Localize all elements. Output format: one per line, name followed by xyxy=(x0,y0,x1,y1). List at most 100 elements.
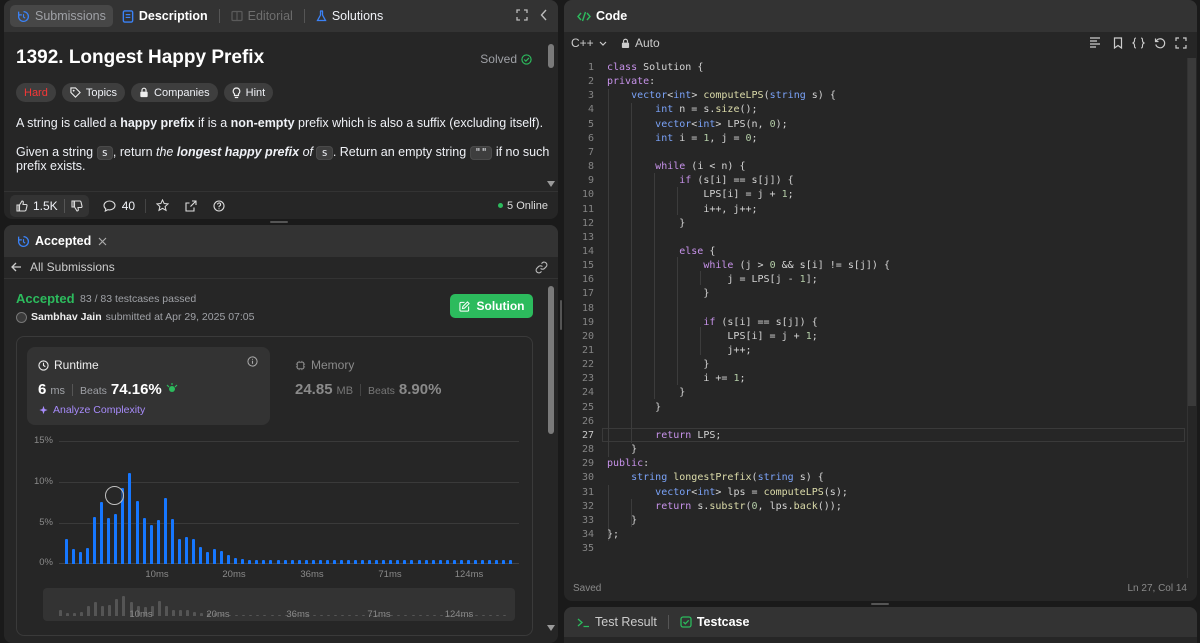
help-icon[interactable] xyxy=(213,199,225,212)
runtime-bar[interactable] xyxy=(220,551,224,564)
runtime-bar[interactable] xyxy=(170,519,174,564)
runtime-bar[interactable] xyxy=(339,559,343,564)
runtime-bar[interactable] xyxy=(332,559,336,564)
companies-tag[interactable]: Companies xyxy=(131,83,218,102)
scroll-down-arrow-icon[interactable] xyxy=(547,181,555,187)
runtime-bar[interactable] xyxy=(354,559,358,564)
share-icon[interactable] xyxy=(185,199,197,212)
fullscreen-icon[interactable] xyxy=(1175,37,1187,49)
runtime-bar[interactable] xyxy=(495,559,499,564)
star-icon[interactable] xyxy=(156,199,170,212)
submission-scrollbar-thumb[interactable] xyxy=(548,286,554,434)
runtime-bar[interactable] xyxy=(445,559,449,564)
runtime-bar[interactable] xyxy=(304,559,308,564)
vertical-resize-handle[interactable] xyxy=(270,221,288,223)
runtime-bar[interactable] xyxy=(100,502,104,564)
runtime-bar[interactable] xyxy=(93,516,97,564)
runtime-bar[interactable] xyxy=(234,557,238,564)
runtime-card[interactable]: Runtime 6 ms Beats 74.16% Analyze Comple… xyxy=(27,347,270,425)
solution-button[interactable]: Solution xyxy=(450,294,533,318)
info-icon[interactable] xyxy=(247,356,258,367)
runtime-bar[interactable] xyxy=(227,555,231,564)
range-navigator[interactable]: 10ms 20ms 36ms 71ms 124ms xyxy=(43,588,515,621)
runtime-bar[interactable] xyxy=(297,559,301,564)
memory-card[interactable]: Memory 24.85 MB Beats 8.90% xyxy=(282,347,522,425)
runtime-bar[interactable] xyxy=(269,559,273,564)
runtime-bar[interactable] xyxy=(318,559,322,564)
runtime-bar[interactable] xyxy=(382,559,386,564)
runtime-bar[interactable] xyxy=(149,524,153,564)
tab-editorial[interactable]: Editorial xyxy=(224,5,300,27)
username[interactable]: Sambhav Jain xyxy=(31,311,102,323)
code-resize-handle[interactable] xyxy=(871,603,889,605)
code-editor[interactable]: 1 class Solution {2 private: 3 vector<int> … xyxy=(564,61,1197,571)
runtime-bar[interactable] xyxy=(502,559,506,564)
runtime-bar[interactable] xyxy=(262,559,266,564)
runtime-bar[interactable] xyxy=(248,559,252,564)
runtime-bar[interactable] xyxy=(255,559,259,564)
tab-accepted[interactable]: Accepted xyxy=(10,230,114,252)
expand-icon[interactable] xyxy=(516,9,528,21)
runtime-bar[interactable] xyxy=(191,538,195,564)
thumbs-down-icon[interactable] xyxy=(65,199,89,212)
runtime-bar[interactable] xyxy=(283,559,287,564)
runtime-bar[interactable] xyxy=(206,551,209,564)
description-scrollbar-thumb[interactable] xyxy=(548,44,554,68)
runtime-bar[interactable] xyxy=(480,559,484,564)
runtime-bar[interactable] xyxy=(396,559,400,564)
runtime-bar[interactable] xyxy=(509,559,513,564)
avatar[interactable] xyxy=(16,311,27,323)
bookmark-icon[interactable] xyxy=(1113,37,1123,49)
runtime-bar[interactable] xyxy=(389,559,393,564)
topics-tag[interactable]: Topics xyxy=(61,83,126,102)
runtime-bar[interactable] xyxy=(241,559,245,564)
runtime-bar[interactable] xyxy=(114,513,118,564)
runtime-bar[interactable] xyxy=(276,559,280,564)
runtime-bar[interactable] xyxy=(198,546,202,564)
runtime-bar[interactable] xyxy=(431,559,435,564)
runtime-bar[interactable] xyxy=(156,520,160,564)
runtime-distribution-chart[interactable]: 15% 10% 5% 0% 10ms 20ms 36ms 71ms 124ms xyxy=(34,435,519,580)
hint-tag[interactable]: Hint xyxy=(223,83,274,102)
runtime-bar[interactable] xyxy=(368,559,372,564)
runtime-bar[interactable] xyxy=(128,472,132,564)
runtime-bar[interactable] xyxy=(361,559,365,564)
horizontal-resize-handle[interactable] xyxy=(560,300,562,330)
analyze-complexity-link[interactable]: Analyze Complexity xyxy=(38,404,145,416)
runtime-bar[interactable] xyxy=(79,551,83,564)
all-submissions-link[interactable]: All Submissions xyxy=(11,260,115,274)
reset-icon[interactable] xyxy=(1154,37,1166,49)
tab-description[interactable]: Description xyxy=(115,5,215,27)
runtime-bar[interactable] xyxy=(459,559,463,564)
runtime-bar[interactable] xyxy=(325,559,329,564)
editor-scrollbar-thumb[interactable] xyxy=(1188,58,1196,406)
runtime-bar[interactable] xyxy=(347,559,350,564)
like-button[interactable]: 1.5K xyxy=(10,199,64,213)
tab-code[interactable]: Code xyxy=(570,5,634,27)
tab-testcase[interactable]: Testcase xyxy=(673,611,757,633)
runtime-bar[interactable] xyxy=(488,559,491,564)
runtime-bar[interactable] xyxy=(466,559,470,564)
comments-button[interactable]: 40 xyxy=(103,199,135,213)
collapse-chevron-icon[interactable] xyxy=(540,9,548,21)
runtime-bar[interactable] xyxy=(184,537,188,564)
link-icon[interactable] xyxy=(535,261,548,274)
close-icon[interactable] xyxy=(98,237,107,246)
runtime-bar[interactable] xyxy=(438,559,442,564)
runtime-bar[interactable] xyxy=(86,547,90,564)
tab-submissions[interactable]: Submissions xyxy=(10,5,113,27)
format-icon[interactable] xyxy=(1089,37,1101,48)
runtime-bar[interactable] xyxy=(417,559,421,564)
runtime-bar[interactable] xyxy=(311,559,315,564)
runtime-bar[interactable] xyxy=(403,559,407,564)
runtime-bar[interactable] xyxy=(375,559,379,564)
runtime-bar[interactable] xyxy=(452,559,456,564)
runtime-bar[interactable] xyxy=(142,518,146,564)
runtime-bar[interactable] xyxy=(410,559,414,564)
language-select[interactable]: C++ xyxy=(571,36,607,50)
runtime-bar[interactable] xyxy=(65,538,68,564)
runtime-bar[interactable] xyxy=(72,549,76,564)
runtime-bar[interactable] xyxy=(473,559,477,564)
runtime-bar[interactable] xyxy=(135,500,139,564)
runtime-bar[interactable] xyxy=(213,549,217,564)
